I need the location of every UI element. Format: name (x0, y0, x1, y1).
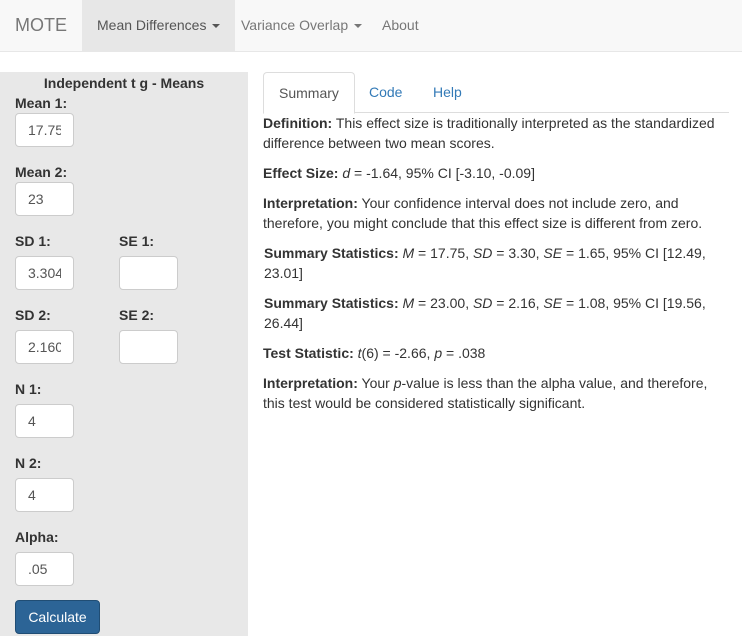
sd2-label: SD 2: (15, 307, 51, 323)
summary-statistics-1: Summary Statistics: M = 17.75, SD = 3.30… (264, 245, 706, 281)
panel-title: Independent t g - Means (43, 75, 205, 91)
mean1-label: Mean 1: (15, 95, 68, 111)
nav-label: Variance Overlap (241, 17, 349, 33)
caret-down-icon (354, 24, 363, 29)
mean1-input[interactable] (15, 113, 74, 147)
alpha-input[interactable] (15, 552, 74, 586)
effect-size: Effect Size: d = -1.64, 95% CI [-3.10, -… (263, 165, 535, 181)
sd2-input[interactable] (15, 330, 74, 364)
tab-summary[interactable]: Summary (263, 72, 355, 114)
input-panel: Independent t g - Means Mean 1: Mean 2: … (0, 72, 248, 636)
nav-about[interactable]: About (367, 0, 434, 51)
n1-input[interactable] (15, 404, 74, 438)
summary-statistics-2: Summary Statistics: M = 23.00, SD = 2.16… (264, 295, 706, 331)
se1-input[interactable] (119, 256, 178, 290)
n1-label: N 1: (15, 381, 42, 397)
se1-label: SE 1: (119, 233, 155, 249)
interpretation-p: Interpretation: Your p-value is less tha… (263, 375, 708, 411)
nav-mean-differences[interactable]: Mean Differences (82, 0, 236, 51)
se2-input[interactable] (119, 330, 178, 364)
sd1-label: SD 1: (15, 233, 51, 249)
navbar: MOTE Mean Differences Variance Overlap A… (0, 0, 742, 52)
result-tabs: Summary Code Help (263, 72, 729, 114)
tab-code[interactable]: Code (354, 72, 417, 113)
nav-label: Mean Differences (97, 17, 207, 33)
n2-input[interactable] (15, 478, 74, 512)
mean2-label: Mean 2: (15, 164, 68, 180)
interpretation-ci: Interpretation: Your confidence interval… (263, 195, 703, 231)
mean2-input[interactable] (15, 182, 74, 216)
tab-help[interactable]: Help (418, 72, 477, 113)
brand-logo[interactable]: MOTE (15, 0, 67, 51)
caret-down-icon (212, 24, 221, 29)
se2-label: SE 2: (119, 307, 155, 323)
n2-label: N 2: (15, 455, 42, 471)
summary-content: Definition: This effect size is traditio… (263, 113, 733, 423)
definition: Definition: This effect size is traditio… (263, 115, 715, 151)
nav-variance-overlap[interactable]: Variance Overlap (226, 0, 377, 51)
test-statistic: Test Statistic: t(6) = -2.66, p = .038 (263, 345, 486, 361)
calculate-button[interactable]: Calculate (15, 600, 100, 634)
sd1-input[interactable] (15, 256, 74, 290)
alpha-label: Alpha: (15, 529, 59, 545)
